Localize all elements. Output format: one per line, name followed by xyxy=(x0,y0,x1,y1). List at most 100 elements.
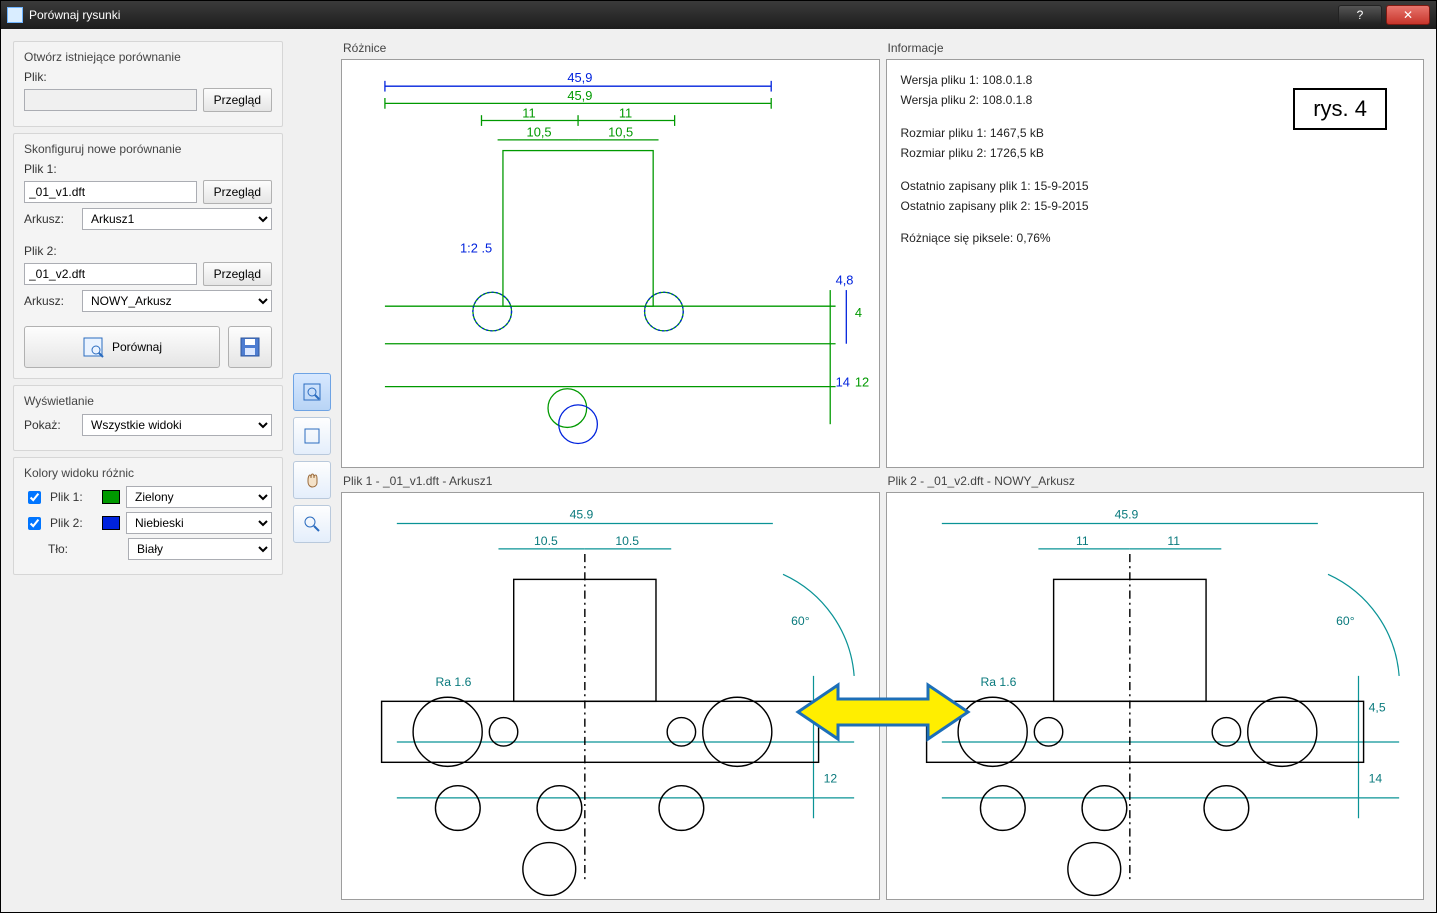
svg-text:11: 11 xyxy=(1075,533,1088,547)
info-body: rys. 4 Wersja pliku 1: 108.0.1.8 Wersja … xyxy=(886,59,1425,468)
group-diff-colors: Kolory widoku różnic Plik 1: Zielony Pli… xyxy=(13,457,283,575)
file2-caption: Plik 2 - _01_v2.dft - NOWY_Arkusz xyxy=(888,474,1425,488)
bottom-row: Plik 1 - _01_v1.dft - Arkusz1 xyxy=(341,474,1424,901)
pane-file2: Plik 2 - _01_v2.dft - NOWY_Arkusz xyxy=(886,474,1425,901)
titlebar: Porównaj rysunki ? ✕ xyxy=(1,1,1436,29)
group-display-title: Wyświetlanie xyxy=(24,394,272,408)
app-window: Porównaj rysunki ? ✕ Otwórz istniejące p… xyxy=(0,0,1437,913)
svg-text:10.5: 10.5 xyxy=(534,533,558,547)
pane-info: Informacje rys. 4 Wersja pliku 1: 108.0.… xyxy=(886,41,1425,468)
sheet1-label: Arkusz: xyxy=(24,212,76,226)
file1-viewport[interactable]: 45.9 10.5 10.5 4 12 Ra 1.6 60° xyxy=(341,492,880,901)
file1-color-check[interactable] xyxy=(28,491,41,504)
main-grid: Różnice xyxy=(341,41,1424,900)
pane-differences: Różnice xyxy=(341,41,880,468)
fit-view-icon xyxy=(302,426,322,446)
svg-text:11: 11 xyxy=(1167,533,1180,547)
diff-viewport[interactable]: 45,9 45,9 11 11 10,5 10,5 4,8 4 14 12 1:… xyxy=(341,59,880,468)
file2-viewport[interactable]: 45.9 11 11 4,5 14 Ra 1.6 60° xyxy=(886,492,1425,901)
svg-text:14: 14 xyxy=(1368,771,1382,785)
sheet2-label: Arkusz: xyxy=(24,294,76,308)
group-config-title: Skonfiguruj nowe porównanie xyxy=(24,142,272,156)
file1-caption: Plik 1 - _01_v1.dft - Arkusz1 xyxy=(343,474,880,488)
file2-color-select[interactable]: Niebieski xyxy=(126,512,272,534)
file1-input[interactable] xyxy=(24,181,197,203)
pane-diff-title: Różnice xyxy=(343,41,880,55)
group-open-compare: Otwórz istniejące porównanie Plik: Przeg… xyxy=(13,41,283,127)
bg-color-select[interactable]: Biały xyxy=(128,538,272,560)
svg-text:14: 14 xyxy=(836,375,850,390)
sheet2-select[interactable]: NOWY_Arkusz xyxy=(82,290,272,312)
svg-text:4,8: 4,8 xyxy=(836,273,854,288)
svg-text:45.9: 45.9 xyxy=(570,507,594,521)
open-file-input[interactable] xyxy=(24,89,197,111)
diff-drawing: 45,9 45,9 11 11 10,5 10,5 4,8 4 14 12 1:… xyxy=(342,60,879,467)
zoom-area-button[interactable] xyxy=(293,373,331,411)
group-config-compare: Skonfiguruj nowe porównanie Plik 1: Prze… xyxy=(13,133,283,379)
file2-label: Plik 2: xyxy=(24,244,70,258)
fit-view-button[interactable] xyxy=(293,417,331,455)
file2-browse-button[interactable]: Przegląd xyxy=(203,262,272,286)
svg-text:12: 12 xyxy=(855,375,869,390)
svg-text:10.5: 10.5 xyxy=(615,533,639,547)
sidebar: Otwórz istniejące porównanie Plik: Przeg… xyxy=(13,41,283,900)
window-title: Porównaj rysunki xyxy=(29,8,1334,22)
sheet1-select[interactable]: Arkusz1 xyxy=(82,208,272,230)
compare-icon xyxy=(82,336,104,358)
show-label: Pokaż: xyxy=(24,418,76,432)
pan-button[interactable] xyxy=(293,461,331,499)
file2-color-check[interactable] xyxy=(28,517,41,530)
svg-text:4,5: 4,5 xyxy=(1368,700,1385,714)
view-toolstrip xyxy=(291,41,333,900)
file1-label: Plik 1: xyxy=(24,162,70,176)
pane-file1: Plik 1 - _01_v1.dft - Arkusz1 xyxy=(341,474,880,901)
file1-color-select[interactable]: Zielony xyxy=(126,486,272,508)
svg-text:45,9: 45,9 xyxy=(567,70,592,85)
info-saved1: Ostatnio zapisany plik 1: 15-9-2015 xyxy=(901,176,1410,196)
file2-color-swatch xyxy=(102,516,120,530)
file1-color-label: Plik 1: xyxy=(50,490,96,504)
help-button[interactable]: ? xyxy=(1338,5,1382,25)
compare-button-label: Porównaj xyxy=(112,340,162,354)
show-select[interactable]: Wszystkie widoki xyxy=(82,414,272,436)
group-display: Wyświetlanie Pokaż: Wszystkie widoki xyxy=(13,385,283,451)
svg-text:4: 4 xyxy=(824,700,831,714)
app-icon xyxy=(7,7,23,23)
zoom-button[interactable] xyxy=(293,505,331,543)
svg-text:10,5: 10,5 xyxy=(527,125,552,140)
svg-text:45.9: 45.9 xyxy=(1114,507,1138,521)
svg-text:1:2 .5: 1:2 .5 xyxy=(460,241,492,256)
info-diff-pixels: Różniące się piksele: 0,76% xyxy=(901,228,1410,248)
close-button[interactable]: ✕ xyxy=(1386,5,1430,25)
bg-color-label: Tło: xyxy=(48,542,94,556)
file1-color-swatch xyxy=(102,490,120,504)
group-open-title: Otwórz istniejące porównanie xyxy=(24,50,272,64)
svg-text:11: 11 xyxy=(619,105,632,120)
figure-label-box: rys. 4 xyxy=(1293,88,1387,130)
svg-text:11: 11 xyxy=(522,105,535,120)
zoom-area-icon xyxy=(302,382,322,402)
save-button[interactable] xyxy=(228,326,272,368)
client-area: Otwórz istniejące porównanie Plik: Przeg… xyxy=(1,29,1436,912)
file2-color-label: Plik 2: xyxy=(50,516,96,530)
info-saved2: Ostatnio zapisany plik 2: 15-9-2015 xyxy=(901,196,1410,216)
pan-icon xyxy=(302,470,322,490)
info-size2: Rozmiar pliku 2: 1726,5 kB xyxy=(901,143,1410,163)
open-file-label: Plik: xyxy=(24,70,70,84)
svg-text:60°: 60° xyxy=(791,614,810,628)
svg-text:12: 12 xyxy=(824,771,838,785)
group-diff-colors-title: Kolory widoku różnic xyxy=(24,466,272,480)
zoom-icon xyxy=(302,514,322,534)
file1-drawing: 45.9 10.5 10.5 4 12 Ra 1.6 60° xyxy=(342,493,879,900)
svg-text:4: 4 xyxy=(855,305,862,320)
svg-text:Ra 1.6: Ra 1.6 xyxy=(980,675,1016,689)
svg-text:60°: 60° xyxy=(1336,614,1355,628)
file2-input[interactable] xyxy=(24,263,197,285)
svg-text:10,5: 10,5 xyxy=(608,125,633,140)
file1-browse-button[interactable]: Przegląd xyxy=(203,180,272,204)
svg-text:Ra 1.6: Ra 1.6 xyxy=(435,675,471,689)
open-browse-button[interactable]: Przegląd xyxy=(203,88,272,112)
compare-button[interactable]: Porównaj xyxy=(24,326,220,368)
file2-drawing: 45.9 11 11 4,5 14 Ra 1.6 60° xyxy=(887,493,1424,900)
pane-info-title: Informacje xyxy=(888,41,1425,55)
